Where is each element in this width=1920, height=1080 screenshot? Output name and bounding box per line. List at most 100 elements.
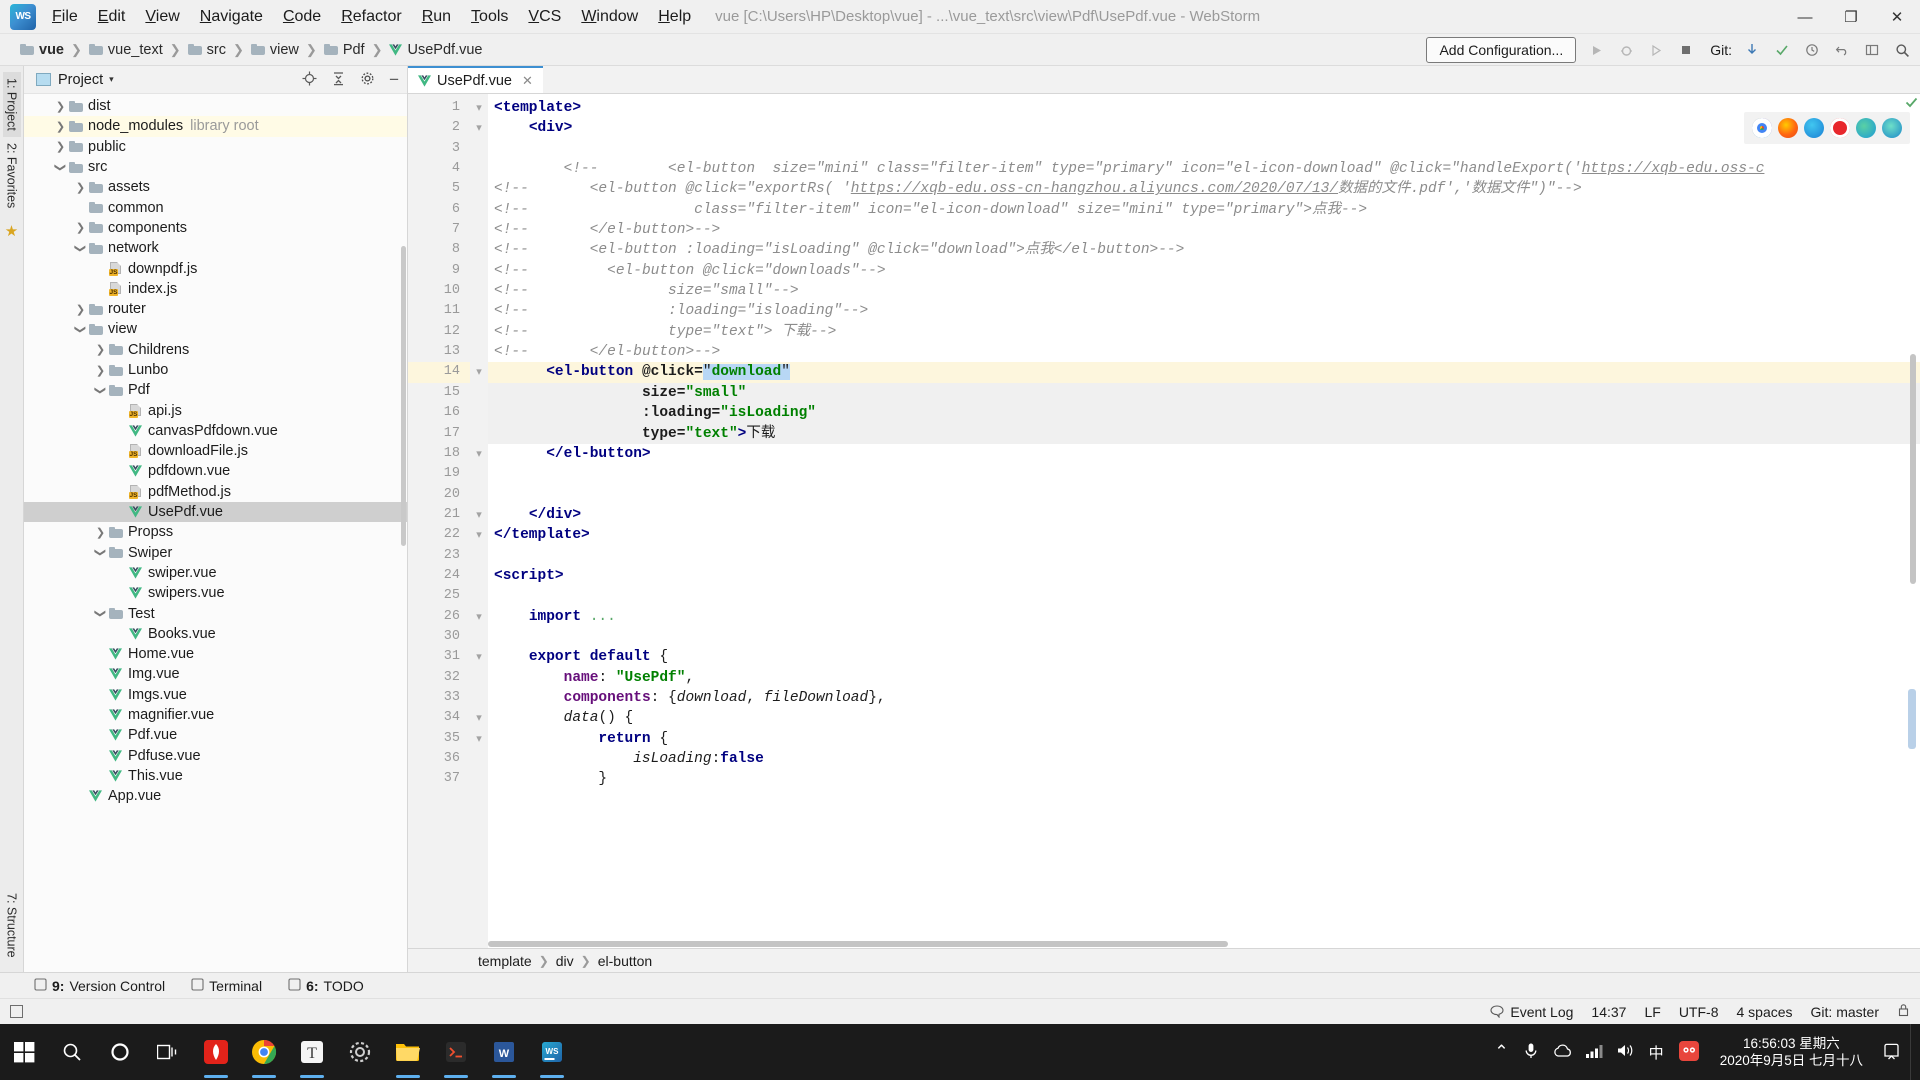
tree-node[interactable]: Imgs.vue xyxy=(24,685,407,705)
tree-node[interactable]: ❯ src xyxy=(24,157,407,177)
code-line[interactable]: <!-- <el-button @click="downloads"--> xyxy=(488,261,1920,281)
editor-scrollbar-secondary[interactable] xyxy=(1908,689,1916,749)
line-number[interactable]: 33 xyxy=(408,688,470,708)
code-line[interactable]: </el-button> xyxy=(488,444,1920,464)
edge-legacy-icon[interactable] xyxy=(1856,118,1876,138)
code-line[interactable]: <!-- size="small"--> xyxy=(488,281,1920,301)
webstorm-icon[interactable]: WS xyxy=(528,1024,576,1080)
tree-node[interactable]: Pdfuse.vue xyxy=(24,746,407,766)
tree-node[interactable]: Books.vue xyxy=(24,624,407,644)
line-number[interactable]: 37 xyxy=(408,769,470,789)
tree-node[interactable]: UsePdf.vue xyxy=(24,501,407,523)
code-line[interactable]: components: {download, fileDownload}, xyxy=(488,688,1920,708)
line-number[interactable]: 10 xyxy=(408,281,470,301)
ime-indicator[interactable]: 中 xyxy=(1649,1042,1664,1063)
edge-chromium-icon[interactable] xyxy=(1882,118,1902,138)
chevron-up-icon[interactable]: ⌃ xyxy=(1494,1042,1508,1062)
tree-node[interactable]: ❯ Pdf xyxy=(24,380,407,400)
line-number[interactable]: 32 xyxy=(408,668,470,688)
code-line[interactable]: data() { xyxy=(488,708,1920,728)
chevron-right-icon[interactable]: ❯ xyxy=(94,343,107,356)
line-number[interactable]: 6 xyxy=(408,200,470,220)
line-number[interactable]: 24 xyxy=(408,566,470,586)
sidebar-item-favorites[interactable]: 2: Favorites xyxy=(3,137,21,214)
chevron-right-icon[interactable]: ❯ xyxy=(94,526,107,539)
line-number[interactable]: 4 xyxy=(408,159,470,179)
fold-marker[interactable]: ▾ xyxy=(470,525,488,545)
code-line[interactable]: name: "UsePdf", xyxy=(488,668,1920,688)
tree-node[interactable]: magnifier.vue xyxy=(24,705,407,725)
stop-icon[interactable] xyxy=(1676,40,1696,60)
breadcrumb-item-pdf[interactable]: Pdf xyxy=(322,41,367,59)
tree-node[interactable]: swiper.vue xyxy=(24,563,407,583)
line-number-gutter[interactable]: 1 2 3 4 5 6 7 8 9 10 11 12 13 14 15 16 17 18 19 20 21 22 23 24 2… xyxy=(408,94,470,948)
chrome-icon[interactable] xyxy=(240,1024,288,1080)
search-icon[interactable] xyxy=(1892,40,1912,60)
tree-node[interactable]: Pdf.vue xyxy=(24,725,407,745)
inspection-ok-icon[interactable] xyxy=(1905,96,1918,108)
line-separator[interactable]: LF xyxy=(1644,1004,1660,1020)
indent-setting[interactable]: 4 spaces xyxy=(1736,1004,1792,1020)
chrome-icon[interactable] xyxy=(1752,118,1772,138)
run-icon[interactable] xyxy=(1586,40,1606,60)
line-number[interactable]: 20 xyxy=(408,485,470,505)
windows-start-icon[interactable] xyxy=(0,1024,48,1080)
tree-node[interactable]: ❯ public xyxy=(24,137,407,157)
network-icon[interactable] xyxy=(1585,1044,1603,1061)
chevron-right-icon[interactable]: ❯ xyxy=(54,100,67,113)
tree-node[interactable]: swipers.vue xyxy=(24,583,407,603)
editor-scrollbar[interactable] xyxy=(1910,354,1916,584)
menu-item-file[interactable]: File xyxy=(42,4,88,30)
line-number[interactable]: 7 xyxy=(408,220,470,240)
fold-marker[interactable]: ▾ xyxy=(470,729,488,749)
tree-node[interactable]: canvasPdfdown.vue xyxy=(24,421,407,441)
show-desktop-button[interactable] xyxy=(1910,1024,1920,1080)
fold-marker[interactable]: ▾ xyxy=(470,647,488,667)
tree-node[interactable]: pdfdown.vue xyxy=(24,461,407,481)
tree-node[interactable]: ❯ node_modules library root xyxy=(24,116,407,137)
chevron-right-icon[interactable]: ❯ xyxy=(54,140,67,153)
tool-window-todo[interactable]: 6: TODO xyxy=(288,978,364,994)
breadcrumb-item-vue[interactable]: vue xyxy=(18,41,66,59)
chevron-right-icon[interactable]: ❯ xyxy=(74,221,87,234)
line-number[interactable]: 19 xyxy=(408,464,470,484)
line-number[interactable]: 13 xyxy=(408,342,470,362)
search-icon[interactable] xyxy=(48,1024,96,1080)
line-number[interactable]: 23 xyxy=(408,546,470,566)
code-line[interactable] xyxy=(488,586,1920,606)
menu-item-vcs[interactable]: VCS xyxy=(518,4,571,30)
chevron-right-icon[interactable]: ❯ xyxy=(94,364,107,377)
microphone-icon[interactable] xyxy=(1523,1042,1539,1063)
fold-marker[interactable]: ▾ xyxy=(470,607,488,627)
line-number[interactable]: 15 xyxy=(408,383,470,403)
code-line[interactable]: <el-button @click="download" xyxy=(488,362,1920,383)
code-line[interactable]: <!-- <el-button :loading="isLoading" @cl… xyxy=(488,240,1920,260)
tree-node[interactable]: App.vue xyxy=(24,786,407,806)
close-icon[interactable]: ✕ xyxy=(522,73,533,89)
line-number[interactable]: 12 xyxy=(408,322,470,342)
tree-node[interactable]: ❯ Lunbo xyxy=(24,360,407,380)
menu-item-help[interactable]: Help xyxy=(648,4,701,30)
chevron-down-icon[interactable]: ❯ xyxy=(54,161,67,174)
menu-item-run[interactable]: Run xyxy=(412,4,461,30)
debug-icon[interactable] xyxy=(1616,40,1636,60)
layout-icon[interactable] xyxy=(1862,40,1882,60)
line-number[interactable]: 3 xyxy=(408,139,470,159)
opera-icon[interactable] xyxy=(1830,118,1850,138)
sogou-icon[interactable] xyxy=(1678,1040,1700,1065)
line-number[interactable]: 14 xyxy=(408,362,470,383)
line-number[interactable]: 22 xyxy=(408,525,470,545)
maximize-button[interactable]: ❐ xyxy=(1828,0,1874,34)
code-line[interactable]: type="text">下载 xyxy=(488,423,1920,444)
sidebar-item-project[interactable]: 1: Project xyxy=(2,72,21,137)
volume-icon[interactable] xyxy=(1617,1043,1635,1061)
tree-node[interactable]: ❯ Childrens xyxy=(24,340,407,360)
cortana-icon[interactable] xyxy=(96,1024,144,1080)
menu-item-window[interactable]: Window xyxy=(571,4,648,30)
tab-usepdf-vue[interactable]: UsePdf.vue ✕ xyxy=(408,66,543,93)
tool-window-version-control[interactable]: 9: Version Control xyxy=(34,978,165,994)
chevron-down-icon[interactable]: ▾ xyxy=(109,74,114,85)
locate-icon[interactable] xyxy=(302,71,317,89)
line-number[interactable]: 18 xyxy=(408,444,470,464)
undo-icon[interactable] xyxy=(1832,40,1852,60)
